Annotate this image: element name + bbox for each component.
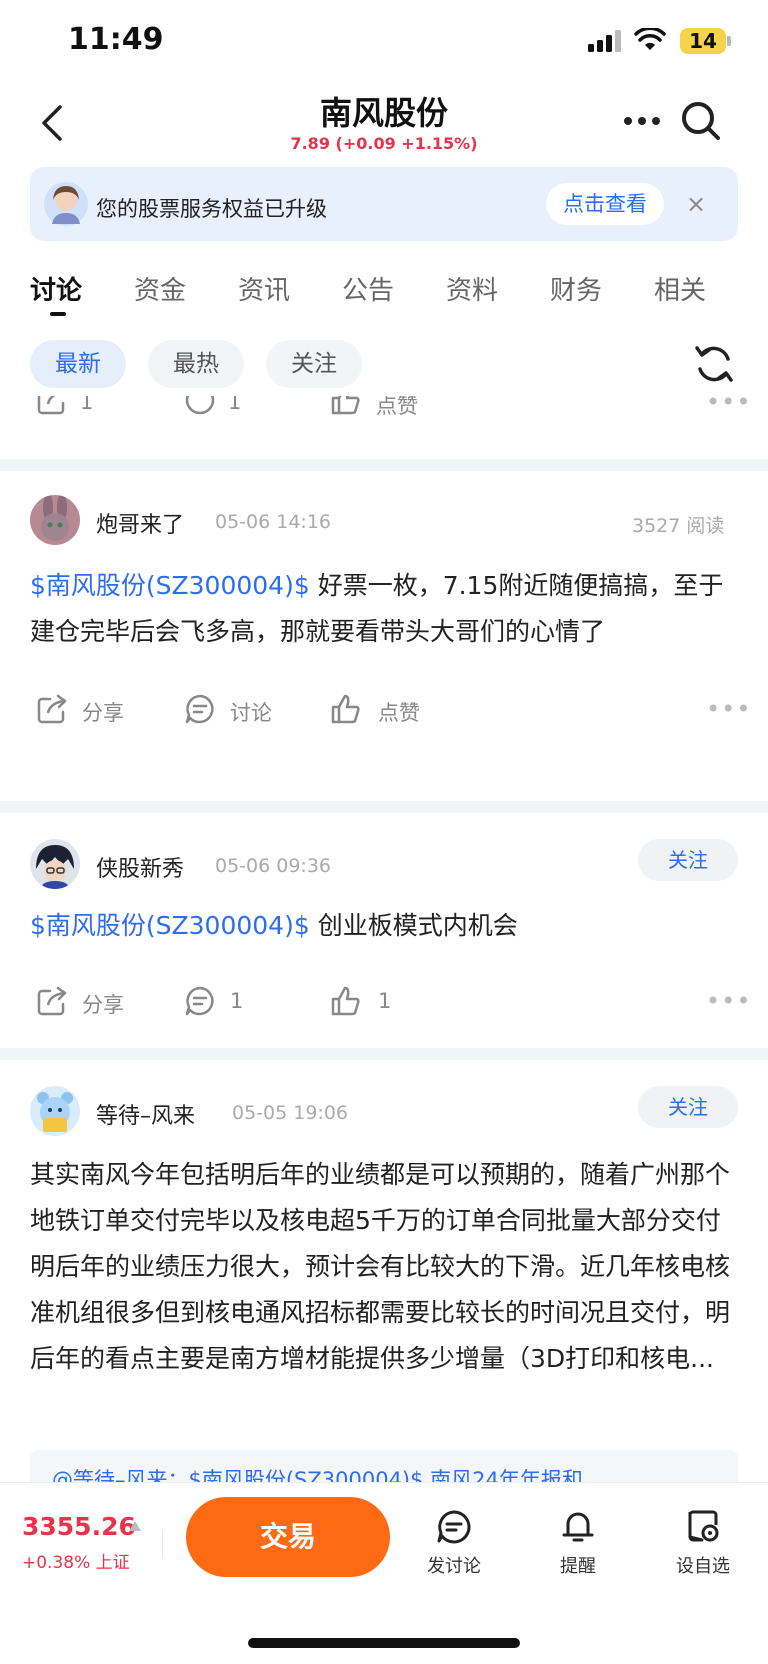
stock-tag[interactable]: $南风股份(SZ300004)$ <box>30 571 310 600</box>
divider <box>0 801 768 813</box>
share-label[interactable]: 分享 <box>82 989 124 1019</box>
post-content[interactable]: 其实南风今年包括明后年的业绩都是可以预期的，随着广州那个地铁订单交付完毕以及核电… <box>30 1152 738 1428</box>
more-options-icon[interactable]: ••• <box>706 987 751 1015</box>
post-discussion-icon[interactable] <box>436 1509 472 1545</box>
signal-icon <box>588 30 621 52</box>
post-time: 05-06 14:16 <box>215 511 332 533</box>
divider <box>0 1048 768 1060</box>
comment-label[interactable]: 讨论 <box>230 697 272 727</box>
index-change[interactable]: +0.38% 上证 <box>22 1548 130 1573</box>
tab-related[interactable]: 相关 <box>654 270 706 307</box>
username[interactable]: 炮哥来了 <box>96 507 184 539</box>
comment-count[interactable]: 1 <box>230 989 243 1013</box>
partial-post-actions: 1 1 点赞 ••• <box>0 396 768 446</box>
comment-icon[interactable] <box>184 985 216 1017</box>
quoted-text: @等待–风来：$南风股份(SZ300004)$ 南风24年年报和 <box>52 1468 583 1482</box>
search-icon[interactable] <box>680 100 722 142</box>
more-options-icon[interactable]: ••• <box>706 396 751 416</box>
tab-indicator <box>50 312 66 316</box>
post-content[interactable]: $南风股份(SZ300004)$ 好票一枚，7.15附近随便搞搞，至于建仓完毕后… <box>30 563 738 655</box>
battery-indicator: 14 <box>680 28 726 54</box>
comment-icon[interactable] <box>184 693 216 725</box>
post-time: 05-05 19:06 <box>232 1102 349 1124</box>
status-time: 11:49 <box>68 22 164 57</box>
share-icon[interactable] <box>36 396 68 416</box>
post-time: 05-06 09:36 <box>215 855 332 877</box>
refresh-icon[interactable] <box>694 344 734 384</box>
add-watchlist-label[interactable]: 设自选 <box>658 1552 748 1578</box>
filter-latest[interactable]: 最新 <box>30 340 126 388</box>
stock-quote: 7.89 (+0.09 +1.15%) <box>290 134 478 153</box>
banner-message: 您的股票服务权益已升级 <box>96 197 327 221</box>
wifi-icon <box>634 28 666 50</box>
like-icon[interactable] <box>330 396 362 416</box>
tab-discussion[interactable]: 讨论 <box>30 270 82 307</box>
divider <box>162 1530 163 1558</box>
more-icon[interactable] <box>622 114 662 128</box>
like-count[interactable]: 1 <box>378 989 391 1013</box>
username[interactable]: 侠股新秀 <box>96 851 184 883</box>
read-count: 3527 阅读 <box>632 515 725 537</box>
share-count: 1 <box>80 396 94 414</box>
up-arrow-icon <box>129 1521 141 1531</box>
comment-count: 1 <box>228 396 242 414</box>
filter-following[interactable]: 关注 <box>266 340 362 388</box>
close-icon[interactable]: × <box>686 190 706 218</box>
home-indicator <box>248 1638 520 1648</box>
follow-button[interactable]: 关注 <box>638 839 738 881</box>
like-label: 点赞 <box>376 396 418 418</box>
more-options-icon[interactable]: ••• <box>706 695 751 723</box>
user-avatar[interactable] <box>30 1086 80 1136</box>
tab-profile[interactable]: 资料 <box>446 270 498 307</box>
follow-button[interactable]: 关注 <box>638 1086 738 1128</box>
post-content[interactable]: $南风股份(SZ300004)$ 创业板模式内机会 <box>30 903 738 949</box>
like-icon[interactable] <box>330 985 364 1017</box>
tab-funds[interactable]: 资金 <box>134 270 186 307</box>
like-label[interactable]: 点赞 <box>378 697 420 727</box>
add-watchlist-icon[interactable] <box>684 1507 722 1545</box>
bottom-bar <box>0 1482 768 1664</box>
divider <box>0 459 768 471</box>
index-name: 上证 <box>95 1553 130 1573</box>
index-value[interactable]: 3355.26 <box>22 1512 136 1541</box>
user-avatar[interactable] <box>30 495 80 545</box>
stock-tag[interactable]: $南风股份(SZ300004)$ <box>30 911 310 940</box>
status-bar: 11:49 14 <box>0 0 768 80</box>
trade-button[interactable]: 交易 <box>186 1497 390 1577</box>
post-discussion-label[interactable]: 发讨论 <box>409 1552 499 1578</box>
bell-icon[interactable] <box>560 1507 596 1545</box>
share-icon[interactable] <box>36 693 68 725</box>
quoted-post[interactable]: @等待–风来：$南风股份(SZ300004)$ 南风24年年报和 <box>30 1450 738 1482</box>
post-card: 侠股新秀 05-06 09:36 关注 $南风股份(SZ300004)$ 创业板… <box>0 813 768 1048</box>
post-card: 炮哥来了 05-06 14:16 3527 阅读 $南风股份(SZ300004)… <box>0 471 768 801</box>
filter-hot[interactable]: 最热 <box>148 340 244 388</box>
avatar <box>44 182 88 226</box>
user-avatar[interactable] <box>30 839 80 889</box>
alert-label[interactable]: 提醒 <box>533 1552 623 1578</box>
post-card: 等待–风来 05-05 19:06 关注 其实南风今年包括明后年的业绩都是可以预… <box>0 1060 768 1482</box>
index-change-value: +0.38% <box>22 1553 91 1573</box>
share-icon[interactable] <box>36 985 68 1017</box>
comment-icon[interactable] <box>184 396 216 416</box>
like-icon[interactable] <box>330 693 364 725</box>
battery-tip <box>727 36 731 46</box>
tab-finance[interactable]: 财务 <box>550 270 602 307</box>
share-label[interactable]: 分享 <box>82 697 124 727</box>
tab-news[interactable]: 资讯 <box>238 270 290 307</box>
username[interactable]: 等待–风来 <box>96 1098 195 1130</box>
post-text: 创业板模式内机会 <box>309 911 518 940</box>
tab-announcements[interactable]: 公告 <box>342 270 394 307</box>
view-button[interactable]: 点击查看 <box>546 183 664 225</box>
